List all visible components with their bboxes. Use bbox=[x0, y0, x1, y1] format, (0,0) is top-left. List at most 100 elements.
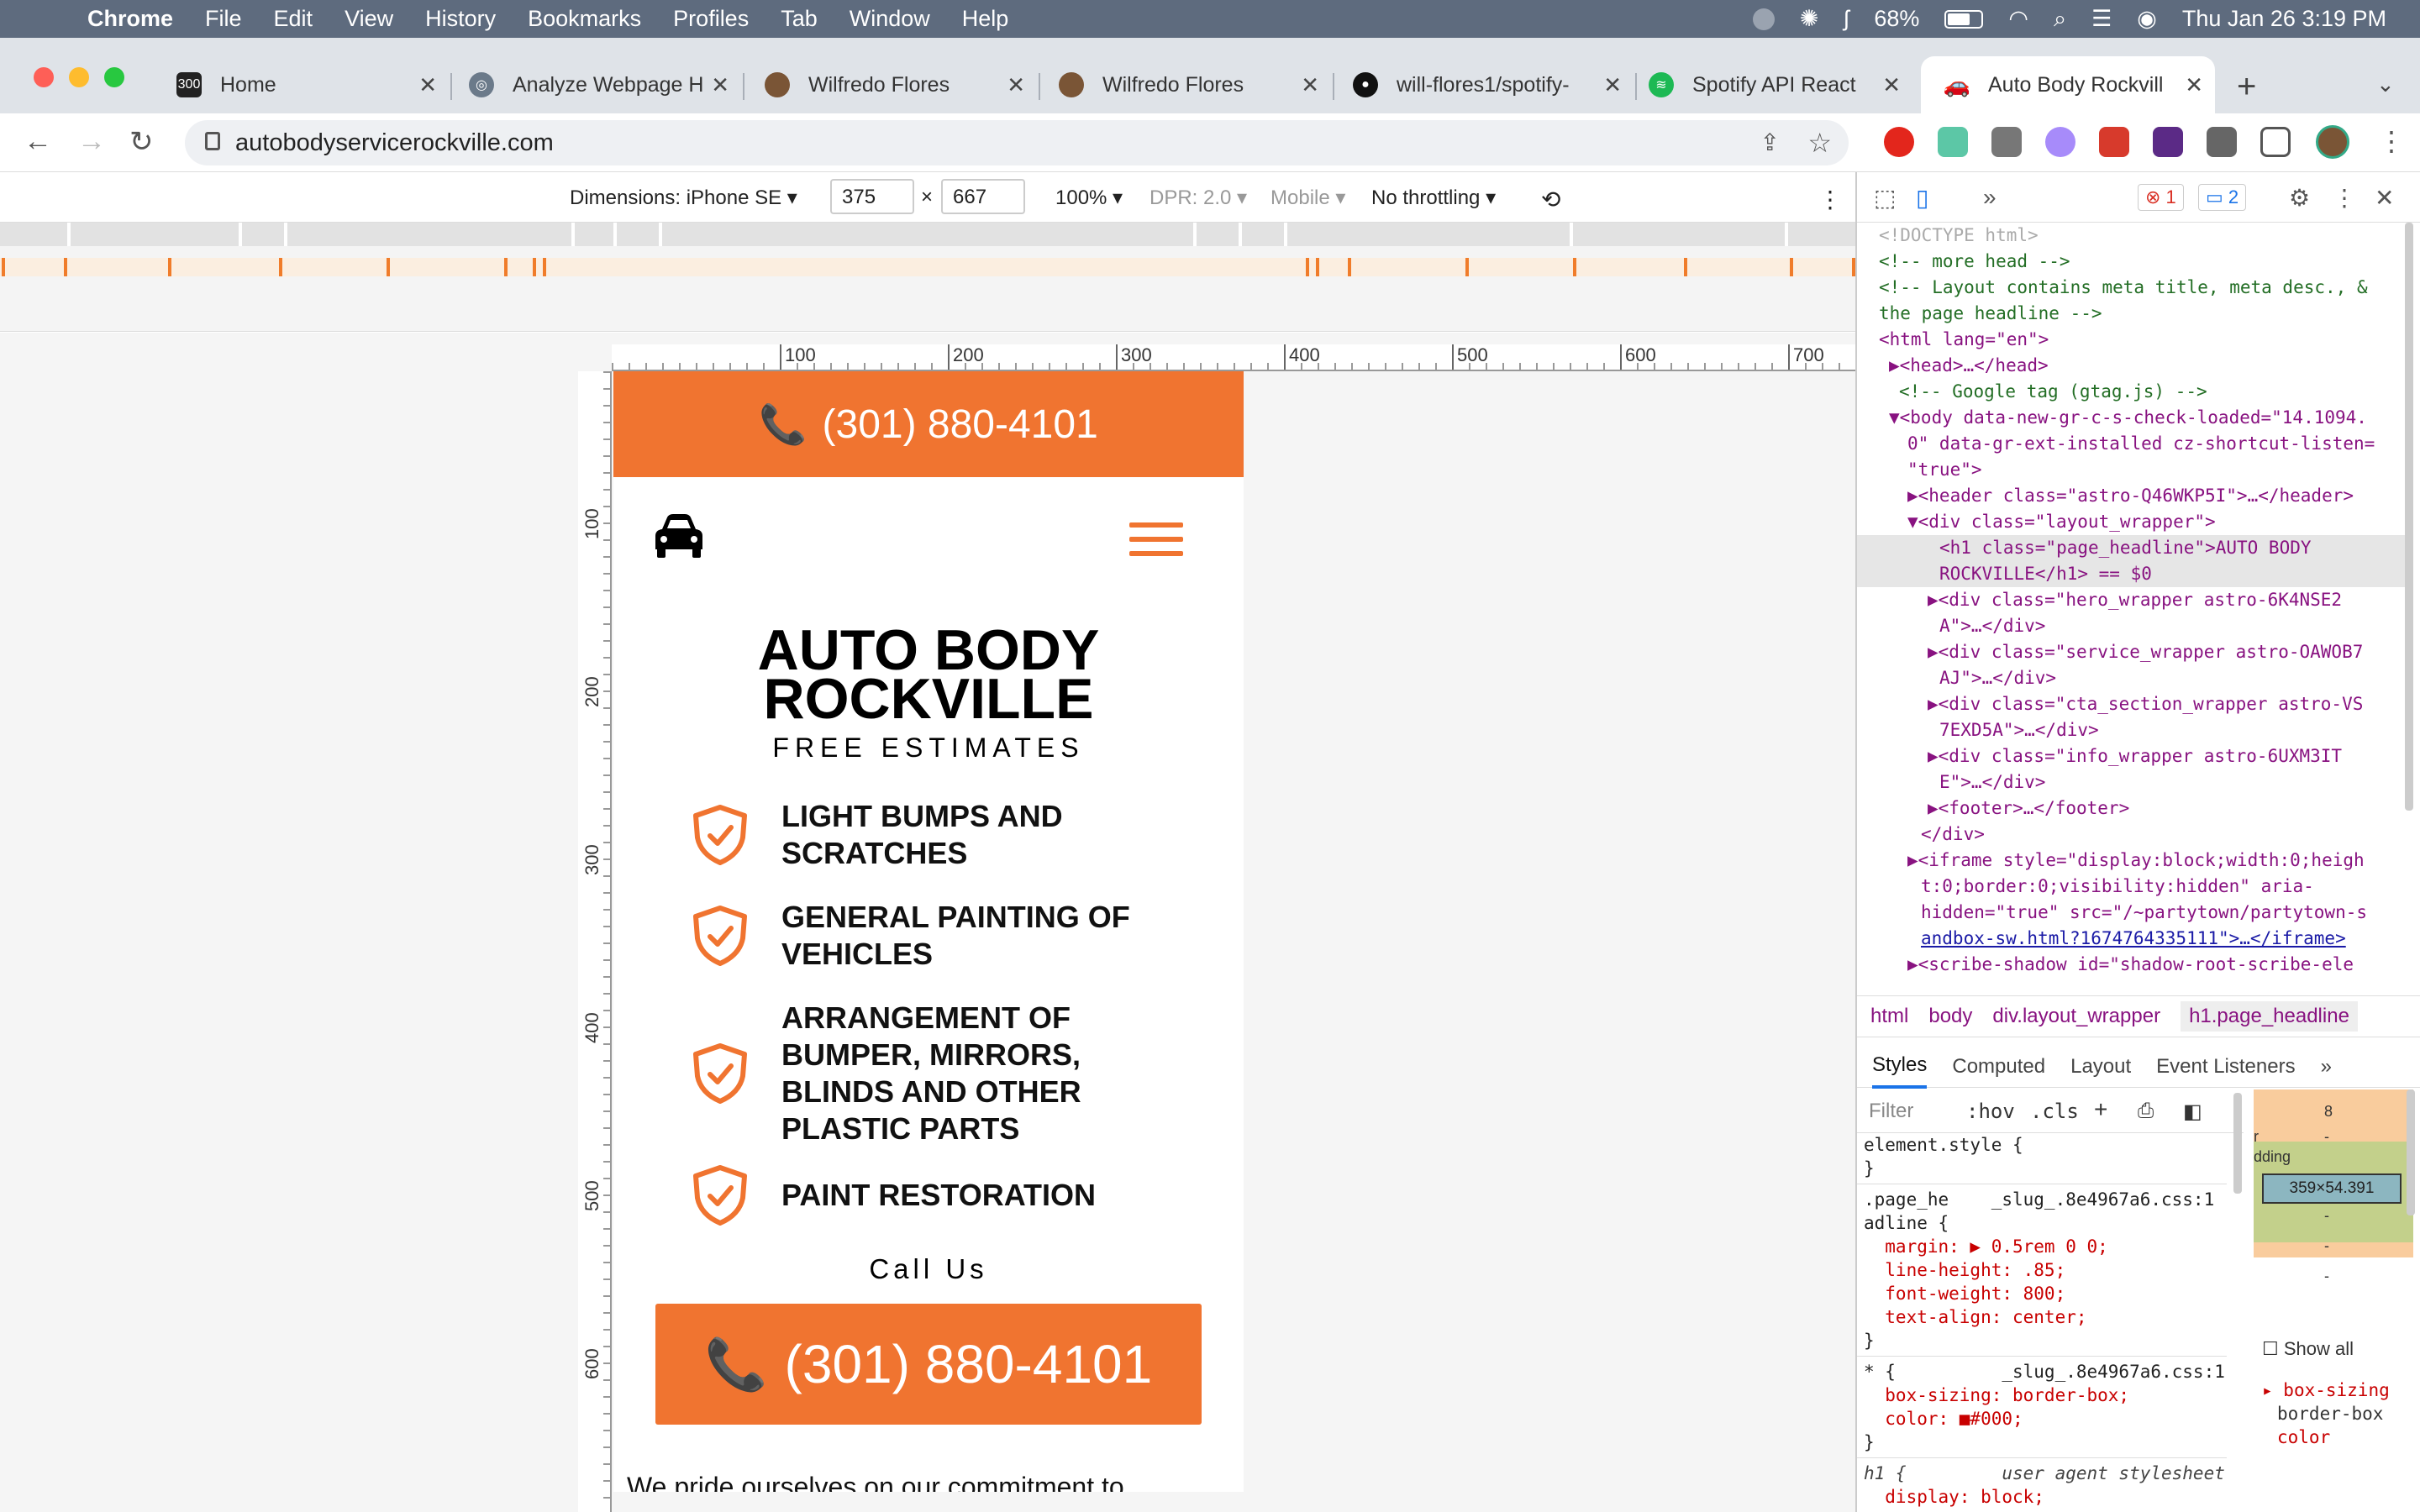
tab-home[interactable]: 300 Home ✕ bbox=[176, 56, 452, 113]
reload-icon[interactable]: ↻ bbox=[129, 125, 154, 159]
tab-search-chevron-icon[interactable]: ⌄ bbox=[2376, 71, 2395, 97]
dom-node[interactable]: <html lang="en"> bbox=[1857, 327, 2410, 353]
style-declaration[interactable]: font-weight: 800; bbox=[1857, 1282, 2227, 1305]
box-model-diagram[interactable]: 8 r - dding 359×54.391 - - - ☐ Show all … bbox=[2254, 1089, 2420, 1512]
dom-node[interactable]: AJ">…</div> bbox=[1857, 665, 2410, 691]
menu-tab[interactable]: Tab bbox=[781, 6, 818, 32]
tab-github-spotify[interactable]: ● will-flores1/spotify- ✕ bbox=[1353, 56, 1637, 113]
tab-event-listeners[interactable]: Event Listeners bbox=[2156, 1055, 2295, 1079]
viewport-width-input[interactable]: 375 bbox=[830, 179, 914, 214]
zoom-window-button[interactable] bbox=[104, 67, 124, 87]
lock-icon[interactable] bbox=[205, 132, 220, 150]
dom-node[interactable]: ▼<div class="layout_wrapper"> bbox=[1857, 509, 2410, 535]
close-tab-icon[interactable]: ✕ bbox=[1301, 72, 1319, 98]
styles-rules[interactable]: element.style { } .page_he _slug_.8e4967… bbox=[1857, 1133, 2227, 1512]
tab-layout[interactable]: Layout bbox=[2070, 1055, 2131, 1079]
spotlight-search-icon[interactable]: ⌕ bbox=[2054, 6, 2066, 33]
dom-node[interactable]: ▶<footer>…</footer> bbox=[1857, 795, 2410, 822]
throttling-select[interactable]: No throttling ▾ bbox=[1371, 186, 1496, 210]
dom-node[interactable]: ▶<div class="hero_wrapper astro-6K4NSE2 bbox=[1857, 587, 2410, 613]
side-panel-icon[interactable] bbox=[2260, 127, 2291, 157]
extension-tile-icon[interactable] bbox=[2153, 127, 2183, 157]
dom-node[interactable]: </div> bbox=[1857, 822, 2410, 848]
cls-toggle[interactable]: .cls bbox=[2030, 1100, 2079, 1123]
tab-styles[interactable]: Styles bbox=[1872, 1045, 1928, 1089]
hamburger-menu-icon[interactable] bbox=[1129, 522, 1183, 565]
bookmark-star-icon[interactable]: ☆ bbox=[1807, 127, 1832, 159]
siri-icon[interactable]: ◉ bbox=[2137, 6, 2157, 32]
media-query-bars[interactable] bbox=[0, 223, 1855, 332]
dom-node[interactable]: ▶<header class="astro-Q46WKP5I">…</heade… bbox=[1857, 483, 2410, 509]
dom-node[interactable]: 7EXD5A">…</div> bbox=[1857, 717, 2410, 743]
close-tab-icon[interactable]: ✕ bbox=[1007, 72, 1025, 98]
menubar-clock[interactable]: Thu Jan 26 3:19 PM bbox=[2182, 6, 2386, 32]
menu-help[interactable]: Help bbox=[962, 6, 1009, 32]
chrome-menu-icon[interactable]: ⋮ bbox=[2378, 125, 2405, 157]
forward-arrow-icon[interactable]: → bbox=[77, 125, 106, 158]
menu-edit[interactable]: Edit bbox=[274, 6, 313, 32]
close-devtools-icon[interactable]: ✕ bbox=[2375, 184, 2394, 212]
share-icon[interactable]: ⇪ bbox=[1760, 129, 1780, 156]
device-select[interactable]: Dimensions: iPhone SE ▾ bbox=[570, 186, 797, 210]
styles-filter-input[interactable]: Filter bbox=[1869, 1100, 1913, 1123]
extension-purple-icon[interactable] bbox=[2045, 127, 2075, 157]
menu-window[interactable]: Window bbox=[850, 6, 930, 32]
tab-wilfredo-flores-1[interactable]: Wilfredo Flores ✕ bbox=[765, 56, 1040, 113]
rotate-icon[interactable]: ⟲ bbox=[1541, 186, 1560, 213]
address-url[interactable]: autobodyservicerockville.com bbox=[235, 129, 554, 157]
inspect-element-icon[interactable]: ⬚ bbox=[1874, 184, 1896, 212]
dom-comment[interactable]: <!-- Layout contains meta title, meta de… bbox=[1857, 275, 2410, 301]
extensions-puzzle-icon[interactable] bbox=[2207, 127, 2237, 157]
close-tab-icon[interactable]: ✕ bbox=[1882, 72, 1901, 98]
show-all-checkbox[interactable]: ☐ Show all bbox=[2262, 1338, 2354, 1360]
breadcrumb-page-headline[interactable]: h1.page_headline bbox=[2181, 1001, 2358, 1032]
computed-scrollbar[interactable] bbox=[2407, 1089, 2415, 1215]
device-type-select[interactable]: Mobile ▾ bbox=[1270, 186, 1345, 210]
tab-auto-body-rockville[interactable]: 🚗 Auto Body Rockvill ✕ bbox=[1921, 56, 2215, 113]
recording-dot-icon[interactable] bbox=[1752, 8, 1775, 30]
call-now-button[interactable]: 📞 (301) 880-4101 bbox=[655, 1304, 1202, 1425]
computed-prop[interactable]: color bbox=[2277, 1427, 2330, 1447]
top-phone-number[interactable]: (301) 880-4101 bbox=[823, 402, 1098, 448]
tab-computed[interactable]: Computed bbox=[1952, 1055, 2045, 1079]
devtools-menu-icon[interactable]: ⋮ bbox=[2333, 184, 2356, 212]
computed-prop[interactable]: ▸ box-sizing bbox=[2262, 1380, 2390, 1400]
dom-node[interactable]: ▶<iframe style="display:block;width:0;he… bbox=[1857, 848, 2410, 874]
style-declaration[interactable]: color: ■#000; bbox=[1857, 1407, 2227, 1431]
dom-node[interactable]: "true"> bbox=[1857, 457, 2410, 483]
menu-bookmarks[interactable]: Bookmarks bbox=[528, 6, 641, 32]
dom-node[interactable]: ▶<div class="cta_section_wrapper astro-V… bbox=[1857, 691, 2410, 717]
dom-node[interactable]: t:0;border:0;visibility:hidden" aria- bbox=[1857, 874, 2410, 900]
close-window-button[interactable] bbox=[34, 67, 54, 87]
dom-node[interactable]: ▶<div class="info_wrapper astro-6UXM3IT bbox=[1857, 743, 2410, 769]
menu-profiles[interactable]: Profiles bbox=[673, 6, 749, 32]
tab-spotify-api-react[interactable]: ≋ Spotify API React ✕ bbox=[1649, 56, 1901, 113]
close-tab-icon[interactable]: ✕ bbox=[1603, 72, 1622, 98]
car-logo-icon[interactable] bbox=[652, 512, 706, 559]
close-tab-icon[interactable]: ✕ bbox=[2185, 72, 2203, 98]
wifi-icon[interactable]: ◠ bbox=[2008, 6, 2028, 32]
style-declaration[interactable]: box-sizing: border-box; bbox=[1857, 1383, 2227, 1407]
more-tabs-icon[interactable]: » bbox=[2321, 1055, 2332, 1079]
dom-node[interactable]: A">…</div> bbox=[1857, 613, 2410, 639]
cta-phone-number[interactable]: (301) 880-4101 bbox=[785, 1333, 1153, 1395]
extension-eyedropper-icon[interactable] bbox=[1991, 127, 2022, 157]
dom-comment[interactable]: <!-- more head --> bbox=[1857, 249, 2410, 275]
new-tab-button[interactable]: + bbox=[2237, 68, 2256, 106]
dom-node[interactable]: ▶<head>…</head> bbox=[1857, 353, 2410, 379]
dom-node[interactable]: 0" data-gr-ext-installed cz-shortcut-lis… bbox=[1857, 431, 2410, 457]
menu-history[interactable]: History bbox=[425, 6, 496, 32]
dom-node[interactable]: E">…</div> bbox=[1857, 769, 2410, 795]
menu-view[interactable]: View bbox=[345, 6, 393, 32]
dom-node[interactable]: <!DOCTYPE html> bbox=[1857, 223, 2410, 249]
error-count-badge[interactable]: ⊗ 1 bbox=[2138, 184, 2184, 211]
dom-node[interactable]: ▶<div class="service_wrapper astro-OAWOB… bbox=[1857, 639, 2410, 665]
settings-gear-icon[interactable]: ⚙ bbox=[2289, 184, 2310, 212]
extension-opera-icon[interactable] bbox=[1884, 127, 1914, 157]
close-tab-icon[interactable]: ✕ bbox=[418, 72, 437, 98]
style-declaration[interactable]: margin: ▶ 0.5rem 0 0; bbox=[1857, 1235, 2227, 1258]
tab-wilfredo-flores-2[interactable]: Wilfredo Flores ✕ bbox=[1059, 56, 1334, 113]
viewport-height-input[interactable]: 667 bbox=[941, 179, 1025, 214]
dom-scrollbar[interactable] bbox=[2405, 223, 2413, 811]
new-rule-icon[interactable]: + bbox=[2094, 1096, 2107, 1123]
